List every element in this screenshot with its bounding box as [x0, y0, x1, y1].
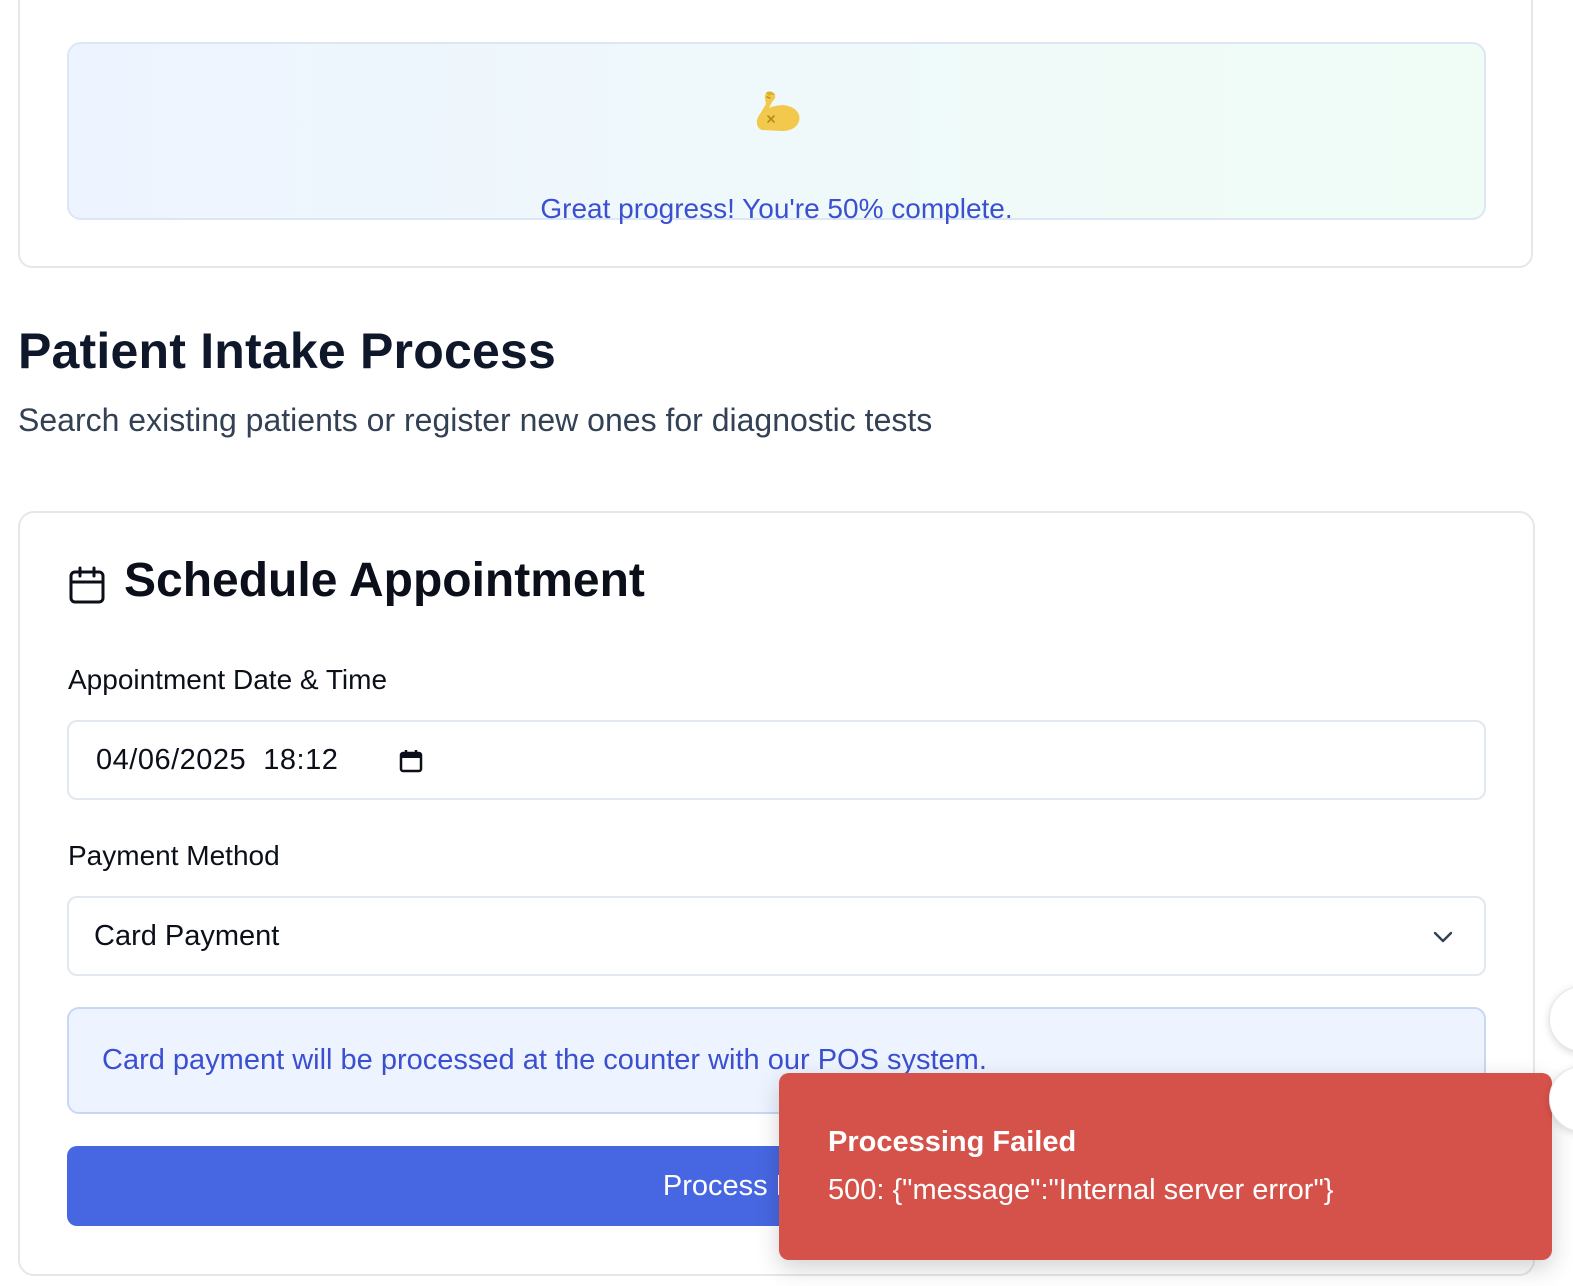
- appointment-datetime-input[interactable]: 04/06/2025 18:12: [67, 720, 1486, 800]
- calendar-icon: [69, 566, 105, 604]
- chevron-down-icon[interactable]: [1430, 924, 1456, 950]
- payment-method-label: Payment Method: [68, 840, 280, 871]
- progress-banner: Great progress! You're 50% complete.: [67, 42, 1486, 224]
- payment-method-select[interactable]: Card Payment: [67, 896, 1486, 976]
- schedule-title: Schedule Appointment: [124, 554, 645, 607]
- progress-message: Great progress! You're 50% complete.: [540, 193, 1013, 224]
- calendar-picker-icon[interactable]: [397, 747, 425, 775]
- page-subtitle: Search existing patients or register new…: [18, 402, 933, 438]
- flexed-biceps-icon: [756, 91, 799, 131]
- page: Great progress! You're 50% complete. Pat…: [0, 0, 1573, 1286]
- payment-method-value[interactable]: Card Payment: [94, 920, 279, 953]
- toast-message: 500: {"message":"Internal server error"}: [828, 1174, 1334, 1206]
- page-title: Patient Intake Process: [18, 323, 556, 379]
- error-toast[interactable]: Processing Failed 500: {"message":"Inter…: [779, 1073, 1552, 1260]
- appointment-datetime-value[interactable]: 04/06/2025 18:12: [96, 744, 338, 777]
- floating-action-button[interactable]: [1549, 986, 1573, 1052]
- toast-title: Processing Failed: [828, 1126, 1077, 1158]
- floating-action-button[interactable]: [1549, 1066, 1573, 1132]
- appointment-date-label: Appointment Date & Time: [68, 664, 388, 695]
